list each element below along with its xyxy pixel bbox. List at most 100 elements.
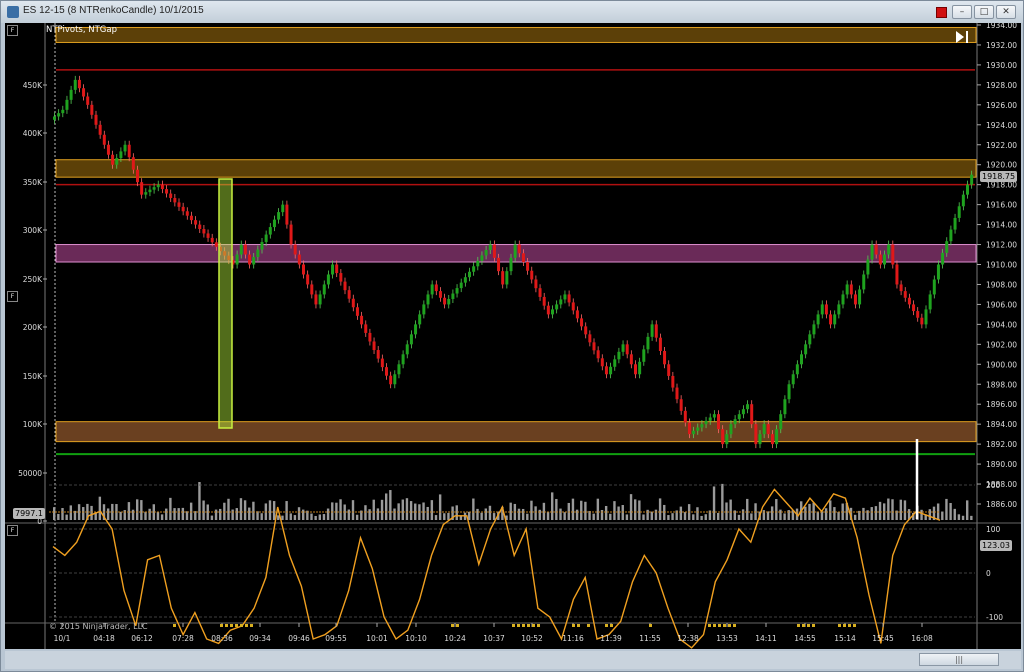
- title-bar[interactable]: ES 12-15 (8 NTRenkoCandle) 10/1/2015 – □…: [1, 1, 1023, 23]
- candle: [472, 266, 476, 272]
- volume-bar: [385, 493, 388, 520]
- volume-bar: [57, 513, 60, 520]
- candle: [667, 364, 671, 376]
- volume-tick-label: 450K: [23, 81, 43, 90]
- volume-bar: [820, 511, 824, 520]
- zone-gap-top: [55, 26, 977, 43]
- candle: [235, 254, 239, 265]
- candle: [426, 294, 430, 305]
- price-tick-label: 1892.00: [986, 440, 1017, 449]
- maximize-button[interactable]: □: [974, 5, 994, 19]
- volume-bar: [314, 515, 317, 520]
- session-marker: [173, 624, 176, 627]
- volume-bar: [658, 498, 662, 520]
- session-marker: [733, 624, 736, 627]
- candle: [762, 424, 766, 435]
- panel-marker-3[interactable]: F: [7, 525, 18, 536]
- candle: [899, 284, 903, 292]
- panel-marker-1[interactable]: F: [7, 25, 18, 36]
- session-marker: [713, 624, 716, 627]
- candle: [310, 284, 314, 295]
- horizontal-scrollbar[interactable]: |||: [5, 651, 1021, 669]
- volume-bar: [538, 509, 541, 520]
- osc-tick-label: 200: [986, 481, 1001, 490]
- x-tick-label: 09:55: [325, 634, 347, 643]
- x-tick-label: 16:08: [911, 634, 933, 643]
- volume-bar: [638, 500, 641, 520]
- volume-bar: [189, 502, 193, 520]
- volume-bar: [766, 511, 770, 520]
- candle: [484, 249, 488, 256]
- candle: [961, 194, 965, 207]
- volume-bar: [401, 499, 404, 520]
- volume-bar: [119, 511, 122, 520]
- candle: [289, 224, 293, 245]
- candle: [347, 290, 351, 299]
- volume-bar: [322, 514, 326, 520]
- volume-bar: [613, 501, 616, 520]
- candle: [57, 113, 61, 117]
- candle: [115, 158, 119, 165]
- candle: [625, 344, 629, 355]
- session-marker: [230, 624, 233, 627]
- candle: [351, 298, 355, 308]
- candle: [604, 366, 608, 375]
- candle: [725, 434, 729, 445]
- x-tick-label: 14:11: [755, 634, 777, 643]
- x-tick-label: 07:28: [172, 634, 194, 643]
- zone-gap-mid: [55, 159, 977, 178]
- volume-bar: [717, 512, 720, 520]
- candle: [600, 358, 604, 367]
- candle: [322, 284, 326, 295]
- volume-bar: [297, 507, 301, 520]
- minimize-button[interactable]: –: [952, 5, 972, 19]
- chart-color-icon[interactable]: [936, 7, 947, 18]
- candle: [123, 144, 127, 152]
- price-tick-label: 1918.00: [986, 181, 1017, 190]
- candle: [206, 233, 210, 238]
- candle: [526, 262, 530, 271]
- volume-bar: [210, 515, 214, 520]
- candle: [339, 273, 343, 282]
- volume-bar: [700, 515, 703, 520]
- price-tick-label: 1916.00: [986, 201, 1017, 210]
- volume-bar: [604, 505, 608, 520]
- scroll-thumb[interactable]: |||: [919, 653, 999, 666]
- panel-marker-2[interactable]: F: [7, 291, 18, 302]
- candle: [302, 264, 305, 275]
- session-marker: [250, 624, 253, 627]
- volume-bar: [140, 500, 143, 520]
- candle: [148, 189, 152, 193]
- candle: [144, 192, 148, 195]
- chart-area[interactable]: 1934.00 1932.00 1930.00 1928.00 1926.00 1924.…: [5, 23, 1021, 649]
- close-button[interactable]: ✕: [996, 5, 1016, 19]
- candle: [584, 326, 588, 335]
- candle: [717, 414, 720, 430]
- candle: [795, 364, 799, 375]
- candle: [331, 264, 335, 275]
- price-tick-label: 1914.00: [986, 221, 1017, 230]
- candle: [256, 249, 260, 258]
- volume-bar: [219, 508, 222, 520]
- candle: [297, 254, 301, 265]
- volume-bar: [248, 507, 251, 520]
- volume-bar: [355, 514, 359, 520]
- candle: [397, 364, 401, 375]
- x-tick-label: 15:14: [834, 634, 856, 643]
- candle: [895, 264, 899, 285]
- zone-support: [55, 421, 977, 443]
- candle: [293, 244, 297, 255]
- candle: [380, 358, 384, 368]
- candle: [858, 289, 862, 305]
- volume-bar: [509, 502, 512, 520]
- session-marker: [853, 624, 856, 627]
- volume-tick-label: 50000: [18, 469, 42, 478]
- candle: [654, 324, 658, 338]
- candle: [69, 89, 73, 100]
- volume-bar: [957, 514, 961, 520]
- candle: [924, 309, 928, 325]
- price-tick-label: 1896.00: [986, 400, 1017, 409]
- volume-bar: [725, 502, 728, 520]
- candle: [243, 244, 247, 255]
- price-tick-label: 1926.00: [986, 101, 1017, 110]
